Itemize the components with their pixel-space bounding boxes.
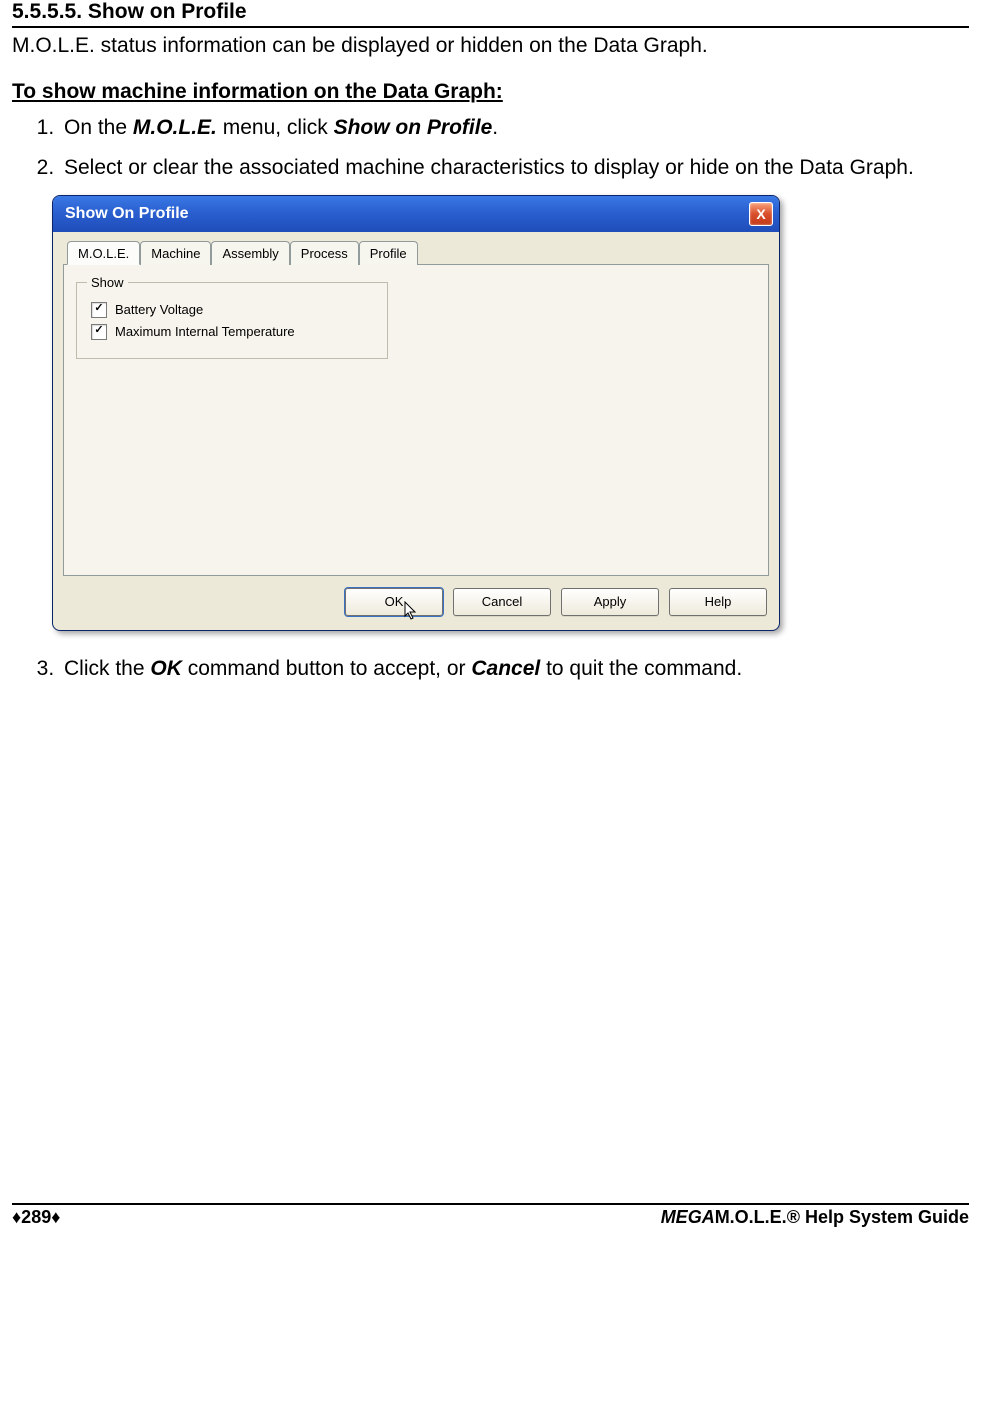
step-2: Select or clear the associated machine c… xyxy=(60,154,969,182)
tab-panel: Show Battery Voltage Maximum Internal Te… xyxy=(63,265,769,576)
footer-brand-mega: MEGA xyxy=(661,1207,715,1227)
tab-strip: M.O.L.E. Machine Assembly Process Profil… xyxy=(63,240,769,265)
steps-list: On the M.O.L.E. menu, click Show on Prof… xyxy=(32,114,969,183)
tab-mole[interactable]: M.O.L.E. xyxy=(67,241,140,265)
step-3: Click the OK command button to accept, o… xyxy=(60,655,969,683)
footer-brand: MEGAM.O.L.E.® Help System Guide xyxy=(661,1207,969,1228)
tab-machine[interactable]: Machine xyxy=(140,241,211,265)
step-1-text-b: menu, click xyxy=(217,116,334,139)
steps-list-continued: Click the OK command button to accept, o… xyxy=(32,655,969,683)
step-3-em-cancel: Cancel xyxy=(471,657,540,680)
section-number: 5.5.5.5. xyxy=(12,0,82,23)
checkbox-battery-label: Battery Voltage xyxy=(115,302,203,317)
section-intro: M.O.L.E. status information can be displ… xyxy=(12,34,969,58)
step-3-text-b: command button to accept, or xyxy=(182,657,472,680)
tab-process[interactable]: Process xyxy=(290,241,359,265)
help-button[interactable]: Help xyxy=(669,588,767,616)
step-1-text-d: . xyxy=(492,116,498,139)
page-footer: ♦289♦ MEGAM.O.L.E.® Help System Guide xyxy=(12,1203,969,1228)
close-button[interactable]: X xyxy=(749,202,773,226)
step-1-em-show: Show on Profile xyxy=(334,116,493,139)
show-on-profile-dialog: Show On Profile X M.O.L.E. Machine Assem… xyxy=(52,195,780,631)
tab-profile[interactable]: Profile xyxy=(359,241,418,265)
checkbox-temp-label: Maximum Internal Temperature xyxy=(115,324,295,339)
dialog-titlebar: Show On Profile X xyxy=(53,196,779,232)
step-3-text-a: Click the xyxy=(64,657,150,680)
show-group: Show Battery Voltage Maximum Internal Te… xyxy=(76,275,388,359)
checkbox-row-battery: Battery Voltage xyxy=(91,302,377,318)
section-heading: 5.5.5.5. Show on Profile xyxy=(12,0,969,28)
mouse-cursor-icon xyxy=(404,601,420,621)
footer-brand-rest: M.O.L.E.® Help System Guide xyxy=(715,1207,969,1227)
dialog-body: M.O.L.E. Machine Assembly Process Profil… xyxy=(53,232,779,630)
apply-button[interactable]: Apply xyxy=(561,588,659,616)
step-1-em-mole: M.O.L.E. xyxy=(133,116,217,139)
section-subheading: To show machine information on the Data … xyxy=(12,80,969,104)
step-1: On the M.O.L.E. menu, click Show on Prof… xyxy=(60,114,969,142)
step-3-em-ok: OK xyxy=(150,657,182,680)
checkbox-battery-voltage[interactable] xyxy=(91,302,107,318)
step-3-text-c: to quit the command. xyxy=(540,657,742,680)
dialog-button-row: OK Cancel Apply Help xyxy=(63,576,769,618)
tab-assembly[interactable]: Assembly xyxy=(211,241,289,265)
show-group-legend: Show xyxy=(87,275,128,290)
cancel-button[interactable]: Cancel xyxy=(453,588,551,616)
checkbox-max-internal-temp[interactable] xyxy=(91,324,107,340)
ok-button-label: OK xyxy=(385,594,404,609)
checkbox-row-temp: Maximum Internal Temperature xyxy=(91,324,377,340)
section-title: Show on Profile xyxy=(88,0,247,23)
footer-page-number: ♦289♦ xyxy=(12,1207,60,1228)
close-icon: X xyxy=(756,206,765,222)
step-1-text-a: On the xyxy=(64,116,133,139)
ok-button[interactable]: OK xyxy=(345,588,443,616)
dialog-screenshot: Show On Profile X M.O.L.E. Machine Assem… xyxy=(52,195,780,631)
dialog-title: Show On Profile xyxy=(65,205,189,223)
